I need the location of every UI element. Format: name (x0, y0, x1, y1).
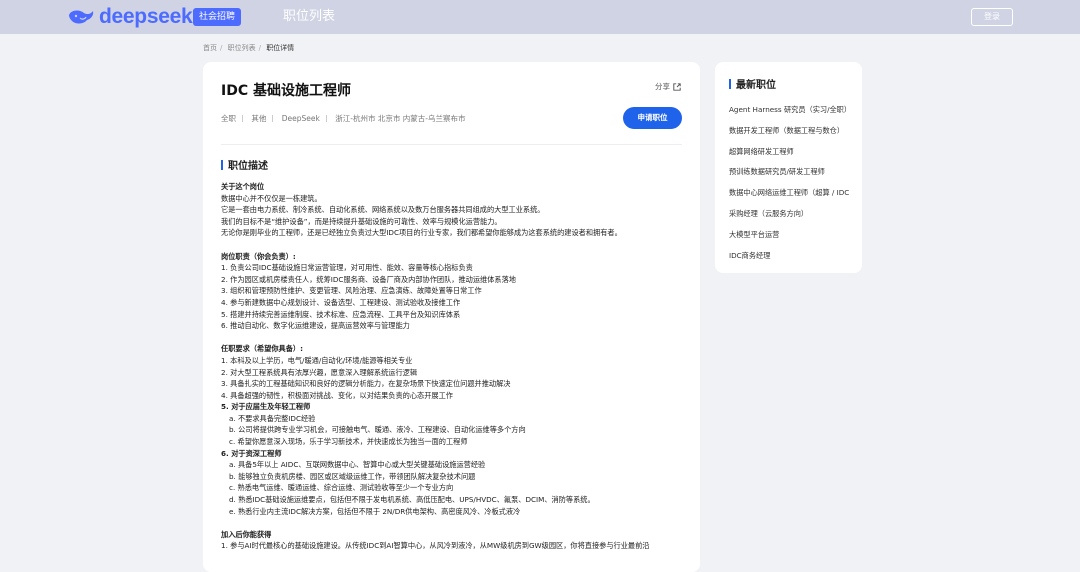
description-line: 1. 本科及以上学历，电气/暖通/自动化/环境/能源等相关专业 (221, 355, 413, 365)
description-line: 关于这个岗位 (221, 182, 265, 191)
description-line: 4. 具备超强的韧性，积极面对挑战、变化，以对结果负责的心态开展工作 (221, 390, 453, 400)
latest-job-item[interactable]: 数据中心网络运维工程师（超算 / IDC） (729, 187, 849, 208)
description-line: 3. 具备扎实的工程基础知识和良好的逻辑分析能力，在复杂场景下快速定位问题并推动… (221, 379, 511, 389)
description-line: 6. 推动自动化、数字化运维建设，提高运营效率与管理能力 (221, 321, 410, 331)
description-line: 无论你是刚毕业的工程师，还是已经独立负责过大型IDC项目的行业专家，我们都希望你… (221, 228, 622, 238)
latest-jobs-title: 最新职位 (736, 80, 776, 91)
job-detail-card: IDC 基础设施工程师 分享 全职 其他 DeepSeek 浙江-杭州市 北京市… (203, 62, 700, 572)
breadcrumb-home[interactable]: 首页 (203, 44, 217, 52)
description-line: 1. 负责公司IDC基础设施日常运营管理，对可用性、能效、容量等核心指标负责 (221, 263, 473, 273)
section-marker (729, 78, 731, 89)
latest-jobs-card: 最新职位 Agent Harness 研究员（实习/全职） 数据开发工程师（数据工… (715, 62, 862, 273)
login-button[interactable]: 登录 (971, 8, 1013, 26)
description-line: 6. 对于资深工程师 (221, 448, 282, 458)
whale-logo-icon (69, 10, 94, 24)
description-line: 2. 作为园区或机房楼责任人，统筹IDC服务商、设备厂商及内部协作团队，推动运维… (221, 274, 516, 284)
description-line: c. 希望你愿意深入现场，乐于学习新技术，并快速成长为独当一面的工程师 (229, 437, 468, 447)
description-line: b. 公司将提供跨专业学习机会，可接触电气、暖通、液冷、工程建设、自动化运维等多… (229, 425, 526, 435)
section-title: 职位描述 (228, 161, 268, 172)
breadcrumb: 首页 / 职位列表 / 职位详情 (203, 44, 295, 52)
job-title: IDC 基础设施工程师 (221, 83, 351, 99)
divider (221, 144, 682, 145)
description-line: 任职要求（希望你具备）: (221, 344, 303, 354)
job-type: 全职 (221, 114, 236, 123)
logo-text: deepseek (99, 5, 193, 28)
description-line: c. 熟悉电气运维、暖通运维、综合运维、测试验收等至少一个专业方向 (229, 483, 454, 493)
description-line: 岗位职责（你会负责）: (221, 251, 296, 261)
description-line: d. 熟悉IDC基础设施运维要点，包括但不限于发电机系统、高低压配电、UPS/H… (229, 495, 595, 505)
description-line: 我们的目标不是“维护设备”，而是持续提升基础设施的可靠性、效率与规模化运营能力。 (221, 216, 502, 226)
nav-job-list-link[interactable]: 职位列表 (283, 8, 335, 26)
section-marker (221, 159, 223, 170)
job-meta: 全职 其他 DeepSeek 浙江-杭州市 北京市 内蒙古-乌兰察布市 (221, 113, 465, 124)
description-line: 3. 组织和管理预防性维护、变更管理、风险治理、应急演练、故障处置等日常工作 (221, 286, 482, 296)
description-line: 它是一套由电力系统、制冷系统、自动化系统、网络系统以及数万台服务器共同组成的大型… (221, 205, 545, 215)
latest-job-item[interactable]: 采购经理（云服务方向） (729, 208, 849, 229)
description-line: a. 具备5年以上 AIDC、互联网数据中心、智算中心或大型关键基础设施运营经验 (229, 460, 486, 470)
description-line: 2. 对大型工程系统具有浓厚兴趣，愿意深入理解系统运行逻辑 (221, 367, 418, 377)
description-line: 加入后你能获得 (221, 529, 272, 539)
description-line: e. 熟悉行业内主流IDC解决方案，包括但不限于 2N/DR供电架构、高密度风冷… (229, 506, 521, 516)
description-line: 5. 对于应届生及年轻工程师 (221, 402, 311, 412)
description-line: 4. 参与新建数据中心规划设计、设备选型、工程建设、测试验收及接维工作 (221, 297, 461, 307)
share-button[interactable]: 分享 (655, 81, 681, 92)
latest-job-item[interactable]: Agent Harness 研究员（实习/全职） (729, 104, 849, 125)
latest-job-item[interactable]: IDC商务经理 (729, 250, 849, 271)
job-category: 其他 (251, 114, 267, 123)
description-line: a. 不要求具备完整IDC经验 (229, 413, 316, 423)
top-navigation-bar: deepseek 社会招聘 职位列表 登录 (0, 0, 1080, 34)
description-line: 数据中心并不仅仅是一栋建筑。 (221, 193, 322, 203)
job-company: DeepSeek (281, 114, 320, 123)
latest-job-item[interactable]: 预训练数据研究员/研发工程师 (729, 166, 849, 187)
job-description-heading: 职位描述 (221, 157, 268, 172)
latest-jobs-heading: 最新职位 (729, 76, 776, 91)
share-icon (673, 82, 681, 91)
breadcrumb-current: 职位详情 (266, 44, 295, 52)
description-line: b. 能够独立负责机房楼、园区或区域级运维工作，带领团队解决复杂技术问题 (229, 471, 476, 481)
deepseek-logo[interactable]: deepseek (67, 5, 193, 28)
latest-job-item[interactable]: 大模型平台运营 (729, 229, 849, 250)
share-label: 分享 (655, 82, 670, 91)
social-recruit-badge[interactable]: 社会招聘 (193, 8, 242, 26)
job-locations: 浙江-杭州市 北京市 内蒙古-乌兰察布市 (335, 114, 466, 123)
latest-job-item[interactable]: 数据开发工程师（数据工程与数仓） (729, 125, 849, 146)
latest-job-item[interactable]: 超算网络研发工程师 (729, 146, 849, 167)
description-line: 1. 参与AI时代最核心的基础设施建设。从传统IDC到AI智算中心，从风冷到液冷… (221, 541, 650, 551)
latest-jobs-list: Agent Harness 研究员（实习/全职） 数据开发工程师（数据工程与数仓）… (729, 104, 849, 270)
description-line: 5. 搭建并持续完善运维制度、技术标准、应急流程、工具平台及知识库体系 (221, 309, 461, 319)
job-description: 关于这个岗位数据中心并不仅仅是一栋建筑。它是一套由电力系统、制冷系统、自动化系统… (221, 181, 691, 552)
apply-button[interactable]: 申请职位 (623, 107, 682, 129)
breadcrumb-job-list[interactable]: 职位列表 (228, 44, 256, 52)
